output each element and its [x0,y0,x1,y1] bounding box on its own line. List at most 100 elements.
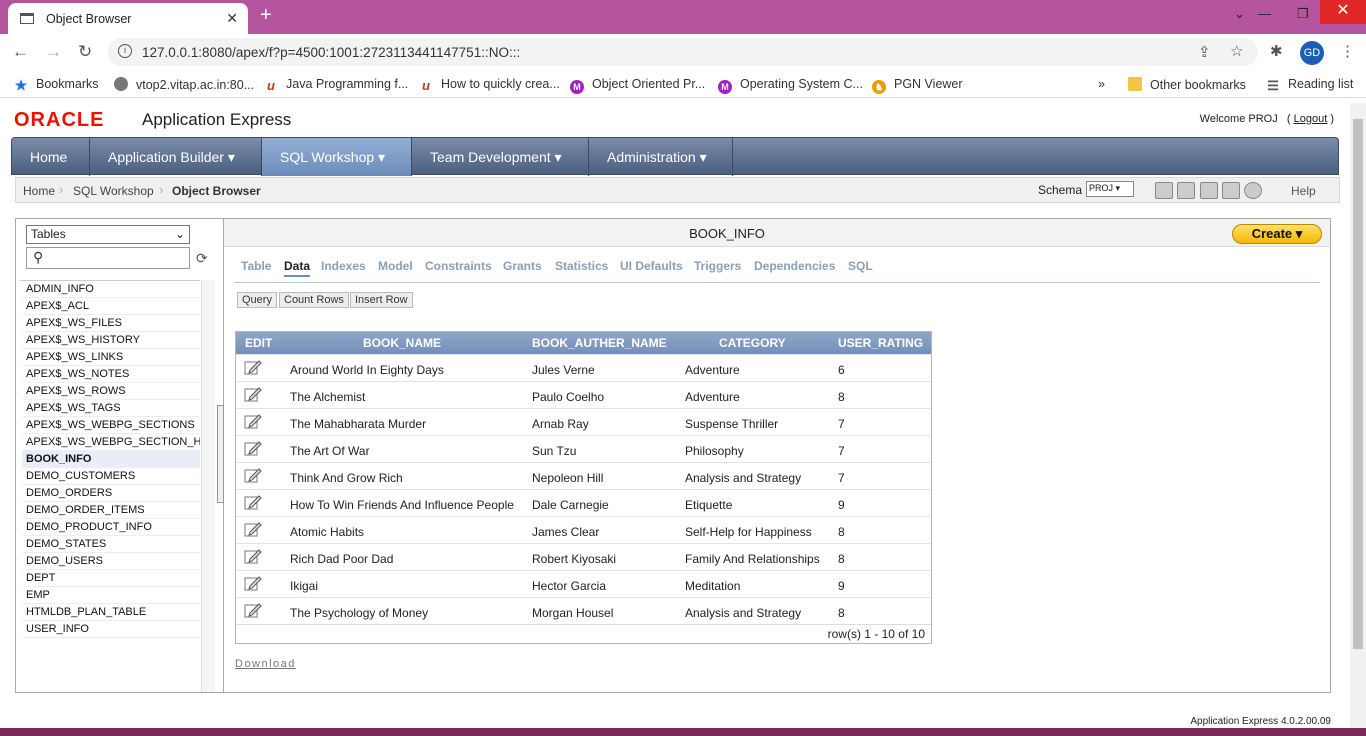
list-item[interactable]: DEMO_ORDER_ITEMS [22,502,200,519]
query-button[interactable]: Query [237,292,277,308]
tab-model[interactable]: Model [378,259,413,273]
breadcrumb-home[interactable]: Home [23,184,55,198]
list-item[interactable]: ADMIN_INFO [22,281,200,298]
close-icon[interactable]: ✕ [226,10,238,27]
list-item[interactable]: APEX$_WS_WEBPG_SECTIONS [22,417,200,434]
reading-list[interactable]: ☰ Reading list [1266,77,1353,93]
list-item[interactable]: DEMO_USERS [22,553,200,570]
tab-dependencies[interactable]: Dependencies [754,259,835,273]
sql-commands-icon[interactable] [1155,182,1173,199]
menu-icon[interactable]: ⋮ [1340,42,1355,60]
column-header-category[interactable]: CATEGORY [719,336,786,350]
tab-statistics[interactable]: Statistics [555,259,608,273]
scrollbar-thumb[interactable] [1353,119,1363,649]
utilities-icon[interactable] [1222,182,1240,199]
page-scrollbar[interactable] [1350,103,1366,728]
bookmark-item[interactable]: vtop2.vitap.ac.in:80... [114,77,254,92]
list-item[interactable]: HTMLDB_PLAN_TABLE [22,604,200,621]
list-item[interactable]: APEX$_WS_LINKS [22,349,200,366]
object-type-select[interactable]: Tables ⌄ [26,225,190,244]
edit-icon[interactable] [244,547,262,565]
list-item[interactable]: EMP [22,587,200,604]
other-bookmarks[interactable]: Other bookmarks [1128,77,1246,92]
url-bar[interactable]: i 127.0.0.1:8080/apex/f?p=4500:1001:2723… [108,38,1258,66]
bookmark-item[interactable]: ★ Bookmarks [14,77,99,92]
new-tab-button[interactable]: + [260,4,272,27]
refresh-icon[interactable]: ⟳ [196,250,208,267]
create-button[interactable]: Create ▾ [1232,224,1322,244]
info-icon[interactable]: i [118,44,132,58]
edit-icon[interactable] [244,412,262,430]
menu-home[interactable]: Home [12,138,90,176]
back-icon[interactable]: ← [12,42,29,62]
breadcrumb-sql-workshop[interactable]: SQL Workshop [73,184,154,198]
edit-icon[interactable] [244,493,262,511]
menu-administration[interactable]: Administration ▾ [589,138,733,176]
bookmark-item[interactable]: u How to quickly crea... [419,77,560,93]
edit-icon[interactable] [244,385,262,403]
tab-grants[interactable]: Grants [503,259,542,273]
bookmark-item[interactable]: u Java Programming f... [264,77,408,93]
tab-table[interactable]: Table [241,259,271,273]
edit-icon[interactable] [244,574,262,592]
list-item[interactable]: DEMO_ORDERS [22,485,200,502]
edit-icon[interactable] [244,520,262,538]
list-item[interactable]: APEX$_WS_TAGS [22,400,200,417]
list-item[interactable]: DEPT [22,570,200,587]
sql-scripts-icon[interactable] [1177,182,1195,199]
list-item[interactable]: APEX$_WS_FILES [22,315,200,332]
edit-icon[interactable] [244,358,262,376]
column-header-author[interactable]: BOOK_AUTHER_NAME [532,336,667,350]
chevron-down-icon[interactable]: ⌄ [1234,6,1245,22]
tab-ui-defaults[interactable]: UI Defaults [620,259,683,273]
list-item[interactable]: APEX$_ACL [22,298,200,315]
download-link[interactable]: Download [235,658,296,670]
edit-icon[interactable] [244,601,262,619]
extensions-icon[interactable]: ✱ [1270,42,1283,60]
query-builder-icon[interactable] [1200,182,1218,199]
window-close-button[interactable]: ✕ [1320,0,1366,24]
list-item[interactable]: BOOK_INFO [22,451,200,468]
gear-icon[interactable] [1244,182,1262,199]
tab-sql[interactable]: SQL [848,259,873,273]
help-link[interactable]: Help [1291,184,1316,198]
avatar[interactable]: GD [1300,41,1324,65]
object-list-scrollbar[interactable] [201,280,215,692]
tab-data[interactable]: Data [284,259,311,277]
browser-tab[interactable]: Object Browser ✕ [8,3,248,34]
list-item[interactable]: APEX$_WS_WEBPG_SECTION_HISTORY [22,434,200,451]
logout-link[interactable]: Logout [1294,113,1328,125]
list-item[interactable]: DEMO_STATES [22,536,200,553]
menu-team-development[interactable]: Team Development ▾ [412,138,589,176]
more-bookmarks-button[interactable]: » [1098,77,1105,91]
tab-indexes[interactable]: Indexes [321,259,366,273]
tab-constraints[interactable]: Constraints [425,259,492,273]
count-rows-button[interactable]: Count Rows [279,292,349,308]
menu-sql-workshop[interactable]: SQL Workshop ▾ [262,138,412,176]
column-header-book-name[interactable]: BOOK_NAME [363,336,441,350]
reload-icon[interactable]: ↻ [78,42,92,62]
panel-splitter[interactable] [217,405,224,503]
star-icon[interactable]: ☆ [1230,42,1243,60]
bookmark-item[interactable]: ♞ PGN Viewer [872,77,963,94]
forward-icon[interactable]: → [45,42,62,62]
object-search-input[interactable]: ⚲ [26,247,190,269]
list-item[interactable]: APEX$_WS_NOTES [22,366,200,383]
list-item[interactable]: APEX$_WS_HISTORY [22,332,200,349]
insert-row-button[interactable]: Insert Row [350,292,413,308]
bookmark-item[interactable]: M Object Oriented Pr... [570,77,705,94]
share-icon[interactable]: ⇪ [1198,43,1211,61]
edit-icon[interactable] [244,466,262,484]
minimize-icon[interactable]: — [1258,6,1271,21]
restore-icon[interactable]: ❐ [1297,6,1309,22]
list-item[interactable]: DEMO_PRODUCT_INFO [22,519,200,536]
list-item[interactable]: DEMO_CUSTOMERS [22,468,200,485]
column-header-rating[interactable]: USER_RATING [838,336,923,350]
list-item[interactable]: APEX$_WS_ROWS [22,383,200,400]
edit-icon[interactable] [244,439,262,457]
list-item[interactable]: USER_INFO [22,621,200,638]
bookmark-item[interactable]: M Operating System C... [718,77,863,94]
schema-select[interactable]: PROJ ▾ [1086,181,1134,197]
menu-application-builder[interactable]: Application Builder ▾ [90,138,262,176]
tab-triggers[interactable]: Triggers [694,259,741,273]
